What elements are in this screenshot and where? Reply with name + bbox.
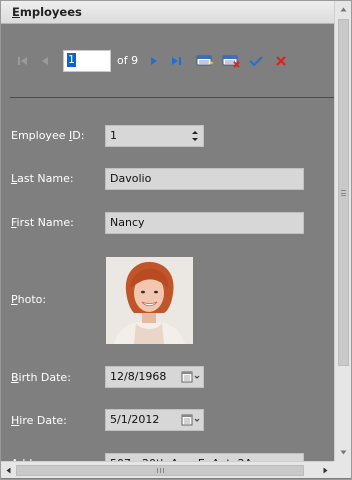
photo-label-mnemonic: P xyxy=(11,293,18,306)
first-name-label: First Name: xyxy=(11,216,74,229)
binding-navigator: 1 of 9 xyxy=(1,45,334,77)
vertical-scrollbar[interactable] xyxy=(334,1,351,461)
spinner-up-icon xyxy=(192,131,198,134)
scroll-down-icon[interactable] xyxy=(340,449,347,456)
hire-date-value: 5/1/2012 xyxy=(110,413,160,426)
position-value: 1 xyxy=(67,53,76,67)
employee-id-field[interactable]: 1 xyxy=(105,125,204,147)
add-record-icon[interactable] xyxy=(194,53,216,69)
scroll-right-icon[interactable] xyxy=(322,467,329,474)
employee-id-spinner[interactable] xyxy=(189,127,201,145)
toolbar-separator xyxy=(10,97,334,98)
title-rest: mployees xyxy=(19,5,82,19)
move-first-icon[interactable] xyxy=(14,53,32,69)
employee-id-label-suffix: D: xyxy=(72,129,85,142)
last-name-label-suffix: ast Name: xyxy=(17,172,74,185)
calendar-icon xyxy=(181,371,200,383)
hire-date-calendar-dropdown[interactable] xyxy=(181,412,201,428)
first-name-label-suffix: irst Name: xyxy=(16,216,74,229)
cancel-x-icon[interactable] xyxy=(272,53,290,69)
move-previous-icon[interactable] xyxy=(36,53,54,69)
spinner-down-icon xyxy=(192,138,198,141)
birth-date-calendar-dropdown[interactable] xyxy=(181,369,201,385)
move-last-icon[interactable] xyxy=(167,53,185,69)
employee-id-label-prefix: Employee xyxy=(11,129,69,142)
calendar-icon xyxy=(181,414,200,426)
birth-date-value: 12/8/1968 xyxy=(110,370,167,383)
horizontal-grip-icon xyxy=(157,468,164,473)
title-mnemonic: E xyxy=(12,5,20,19)
checkmark-icon[interactable] xyxy=(247,53,265,69)
last-name-field[interactable]: Davolio xyxy=(105,168,304,190)
scrollbar-corner xyxy=(334,461,351,478)
horizontal-scrollbar[interactable] xyxy=(1,461,334,478)
employee-photo[interactable] xyxy=(106,257,193,344)
scroll-up-icon[interactable] xyxy=(340,6,347,13)
delete-record-icon[interactable] xyxy=(220,53,242,69)
hire-date-field[interactable]: 5/1/2012 xyxy=(105,409,204,431)
birth-date-label-mnemonic: B xyxy=(11,371,19,384)
last-name-value: Davolio xyxy=(110,172,152,185)
record-count-text: of 9 xyxy=(117,54,139,67)
vertical-scroll-thumb[interactable] xyxy=(338,19,349,366)
hire-date-label: Hire Date: xyxy=(11,414,67,427)
first-name-field[interactable]: Nancy xyxy=(105,212,304,234)
move-next-icon[interactable] xyxy=(145,53,163,69)
vertical-grip-icon xyxy=(341,190,346,196)
title-bar: Employees xyxy=(1,1,334,24)
birth-date-label-suffix: irth Date: xyxy=(18,371,71,384)
position-input[interactable]: 1 xyxy=(63,50,111,72)
employee-id-label: Employee ID: xyxy=(11,129,84,142)
scroll-left-icon[interactable] xyxy=(5,467,12,474)
horizontal-scroll-thumb[interactable] xyxy=(16,465,304,476)
hire-date-label-suffix: ire Date: xyxy=(19,414,67,427)
photo-label-suffix: hoto: xyxy=(17,293,47,306)
employee-id-value: 1 xyxy=(110,129,117,142)
window-title: Employees xyxy=(12,5,82,19)
birth-date-field[interactable]: 12/8/1968 xyxy=(105,366,204,388)
employees-window: Employees 1 of 9 Employee ID: 1 Last Nam… xyxy=(0,0,352,480)
first-name-value: Nancy xyxy=(110,216,145,229)
last-name-label: Last Name: xyxy=(11,172,74,185)
photo-label: Photo: xyxy=(11,293,46,306)
birth-date-label: Birth Date: xyxy=(11,371,71,384)
